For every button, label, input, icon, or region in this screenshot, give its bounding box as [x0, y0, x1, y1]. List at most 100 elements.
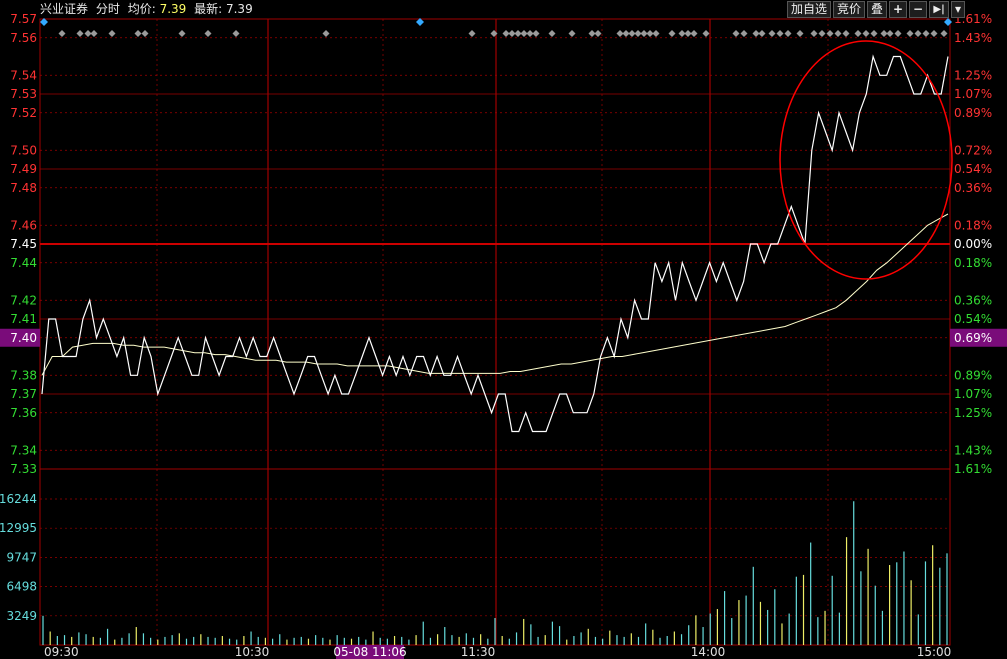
price-axis-label: 7.52 — [10, 106, 37, 120]
time-axis-label: 15:00 — [917, 645, 952, 659]
event-marker-icon — [784, 30, 792, 37]
event-marker-icon — [894, 30, 902, 37]
event-marker-icon — [752, 30, 760, 37]
event-marker-icon — [652, 30, 660, 37]
percent-axis-label: 0.72% — [954, 143, 992, 157]
stock-name: 兴业证券 — [40, 2, 89, 16]
event-marker-icon — [508, 30, 516, 37]
event-marker-icon — [514, 30, 522, 37]
event-marker-icon — [922, 30, 930, 37]
event-marker-icon — [826, 30, 834, 37]
price-axis-label: 7.48 — [10, 181, 37, 195]
average-price-line — [41, 213, 949, 376]
chevron-down-icon[interactable]: ▾ — [951, 1, 966, 18]
add-watchlist-button[interactable]: 加自选 — [787, 1, 832, 18]
event-marker-icon — [622, 30, 630, 37]
price-highlight-label: 7.40 — [10, 331, 37, 345]
volume-axis-label: 16244 — [0, 492, 37, 506]
event-marker-icon — [818, 30, 826, 37]
event-marker-icon — [616, 30, 624, 37]
event-marker-icon — [914, 30, 922, 37]
event-marker-icon — [732, 30, 740, 37]
percent-axis-label: 0.89% — [954, 106, 992, 120]
auction-button[interactable]: 竞价 — [833, 1, 866, 18]
percent-axis-label: 1.61% — [954, 462, 992, 476]
event-marker-icon — [532, 30, 540, 37]
event-marker-icon — [758, 30, 766, 37]
event-marker-icon — [634, 30, 642, 37]
percent-axis-label: 0.36% — [954, 181, 992, 195]
crosshair-time-label: 05-08 11:06 — [333, 645, 406, 659]
event-marker-icon — [684, 30, 692, 37]
percent-axis-label: 0.89% — [954, 368, 992, 382]
percent-axis-label: 0.00% — [954, 237, 992, 251]
chart-header: 兴业证券 分时 均价: 7.39 最新: 7.39 — [40, 1, 257, 17]
time-axis-label: 09:30 — [44, 645, 79, 659]
price-axis-label: 7.45 — [10, 237, 37, 251]
price-axis-label: 7.50 — [10, 143, 37, 157]
volume-axis-label: 6498 — [6, 580, 37, 594]
percent-axis-label: 1.07% — [954, 87, 992, 101]
percent-axis-label: 1.07% — [954, 387, 992, 401]
event-marker-icon — [854, 30, 862, 37]
event-marker-icon — [862, 30, 870, 37]
event-marker-icon — [640, 30, 648, 37]
event-marker-icon — [588, 30, 596, 37]
price-axis-label: 7.33 — [10, 462, 37, 476]
time-axis-label: 14:00 — [691, 645, 726, 659]
price-axis-label: 7.56 — [10, 31, 37, 45]
event-marker-icon — [204, 30, 212, 37]
event-marker-icon — [468, 30, 476, 37]
percent-axis-label: 0.18% — [954, 218, 992, 232]
avg-value: 7.39 — [159, 2, 187, 16]
event-marker-icon — [810, 30, 818, 37]
event-marker-icon — [880, 30, 888, 37]
event-marker-icon — [940, 30, 948, 37]
intraday-chart[interactable]: 7.57 1.61% 7.56 1.43% 7.54 1.25% 7.53 1.07% 7.52… — [0, 0, 1007, 659]
last-value: 7.39 — [225, 2, 253, 16]
expand-icon[interactable]: ▶| — [929, 1, 950, 18]
price-axis-label: 7.46 — [10, 218, 37, 232]
event-marker-icon — [740, 30, 748, 37]
event-marker-icon — [526, 30, 534, 37]
time-axis-label: 11:30 — [461, 645, 496, 659]
event-marker-icon — [502, 30, 510, 37]
volume-axis-label: 12995 — [0, 521, 37, 535]
event-marker-icon — [141, 30, 149, 37]
percent-axis-label: 0.36% — [954, 293, 992, 307]
event-marker-icon — [702, 30, 710, 37]
price-axis-label: 7.34 — [10, 443, 37, 457]
percent-axis-label: 1.43% — [954, 443, 992, 457]
zoom-in-icon[interactable]: + — [889, 1, 908, 18]
event-marker-icon — [58, 30, 66, 37]
zoom-out-icon[interactable]: − — [909, 1, 928, 18]
time-axis-label: 10:30 — [235, 645, 270, 659]
volume-axis-label: 9747 — [6, 550, 37, 564]
percent-axis-label: 1.43% — [954, 31, 992, 45]
event-marker-icon — [690, 30, 698, 37]
event-marker-icon — [520, 30, 528, 37]
price-axis-label: 7.42 — [10, 293, 37, 307]
event-marker-icon — [646, 30, 654, 37]
percent-highlight-label: 0.69% — [954, 331, 992, 345]
event-marker-icon — [906, 30, 914, 37]
event-marker-icon — [108, 30, 116, 37]
last-label: 最新: — [194, 2, 223, 16]
event-marker-icon — [84, 30, 92, 37]
event-marker-icon — [768, 30, 776, 37]
price-axis-label: 7.54 — [10, 68, 37, 82]
event-marker-icon — [90, 30, 98, 37]
event-marker-icon — [796, 30, 804, 37]
event-marker-icon — [134, 30, 142, 37]
event-marker-icon — [678, 30, 686, 37]
event-marker-icon — [594, 30, 602, 37]
price-axis-label: 7.41 — [10, 312, 37, 326]
event-marker-icon — [232, 30, 240, 37]
avg-label: 均价: — [127, 2, 156, 16]
event-marker-icon — [668, 30, 676, 37]
chart-toolbar: 加自选 竞价 叠 + − ▶| ▾ — [787, 1, 966, 18]
event-marker-icon — [178, 30, 186, 37]
overlay-button[interactable]: 叠 — [867, 1, 888, 18]
event-marker-icon — [568, 30, 576, 37]
event-marker-icon — [548, 30, 556, 37]
